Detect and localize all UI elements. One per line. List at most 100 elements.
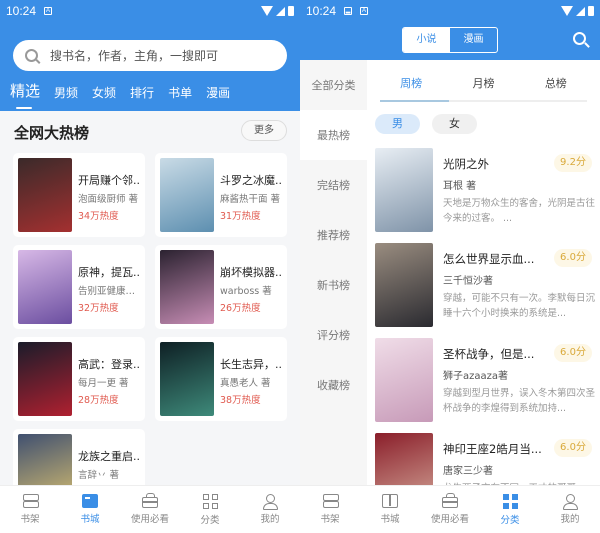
book-title: 开局赚个邻... (78, 174, 140, 187)
sidebar-item[interactable]: 评分榜 (300, 310, 367, 360)
tab-female[interactable]: 女频 (92, 84, 116, 101)
tab-label: 分类 (500, 514, 520, 526)
book-card[interactable]: 高武：登录... 每月一更 著 28万热度 (13, 337, 145, 421)
tab-profile[interactable]: 我的 (540, 486, 600, 533)
category-icon (502, 493, 518, 509)
sidebar-item[interactable]: 最热榜 (300, 110, 367, 160)
type-segment: 小说 漫画 (402, 27, 498, 53)
sidebar-item[interactable]: 完结榜 (300, 160, 367, 210)
gender-female[interactable]: 女 (432, 114, 477, 134)
book-title: 高武：登录... (78, 358, 140, 371)
tab-bookshelf[interactable]: 书架 (0, 486, 60, 533)
book-cover (375, 148, 433, 232)
gender-male[interactable]: 男 (375, 114, 420, 134)
tab-comics[interactable]: 漫画 (206, 84, 230, 101)
book-author: warboss 著 (220, 286, 272, 297)
tab-profile[interactable]: 我的 (240, 486, 300, 533)
status-bar: 10:24 ▂ A (300, 0, 600, 22)
rank-item[interactable]: 光阴之外 9.2分 耳根 著 天地是万物众生的客舍，光阴是古往今来的过客。 ..… (375, 148, 600, 232)
tab-male[interactable]: 男频 (54, 84, 78, 101)
tab-bookstore[interactable]: 书城 (60, 486, 120, 533)
book-description: 天地是万物众生的客舍，光阴是古往今来的过客。 ... (443, 198, 596, 224)
user-icon (262, 494, 278, 510)
book-author: 告别亚健康的... (78, 286, 140, 297)
search-icon (25, 49, 38, 62)
segment-novel[interactable]: 小说 (403, 28, 450, 52)
user-icon (562, 494, 578, 510)
tab-label: 我的 (560, 514, 580, 525)
book-card[interactable]: 开局赚个邻... 泡面级厨师 著 34万热度 (13, 153, 145, 237)
tab-booklist[interactable]: 书单 (168, 84, 192, 101)
book-author: 言辞丷 著 (78, 470, 120, 481)
status-time: 10:24 (6, 4, 37, 18)
tab-ranking[interactable]: 排行 (130, 84, 154, 101)
tab-label: 使用必看 (130, 514, 169, 525)
notification-icon: A (44, 7, 53, 15)
tab-category[interactable]: 分类 (480, 486, 540, 533)
score-badge: 9.2分 (554, 154, 592, 172)
rank-item[interactable]: 怎么世界显示血... 6.0分 三千恒沙著 穿越，可能不只有一次。李默每日沉睡十… (375, 243, 600, 327)
sidebar-item[interactable]: 全部分类 (300, 60, 367, 110)
book-heat: 34万热度 (78, 211, 119, 222)
score-badge: 6.0分 (554, 344, 592, 362)
tab-total[interactable]: 总榜 (545, 75, 567, 91)
book-heat: 32万热度 (78, 303, 119, 314)
book-title: 崩坏模拟器... (220, 266, 282, 279)
sidebar-item[interactable]: 收藏榜 (300, 360, 367, 410)
more-button[interactable]: 更多 (241, 120, 287, 141)
book-cover (160, 158, 214, 232)
bookshelf-icon (22, 494, 39, 508)
book-card[interactable]: 崩坏模拟器... warboss 著 26万热度 (155, 245, 287, 329)
book-author: 真愚老人 著 (220, 378, 271, 389)
tab-label: 分类 (200, 514, 220, 526)
book-title: 长生志异，... (220, 358, 282, 371)
tab-bookshelf[interactable]: 书架 (300, 486, 360, 533)
score-badge: 6.0分 (554, 249, 592, 267)
tab-guide[interactable]: 使用必看 (120, 486, 180, 533)
gift-icon (442, 493, 458, 508)
sidebar-item[interactable]: 推荐榜 (300, 210, 367, 260)
gift-icon (142, 493, 158, 508)
tab-label: 我的 (260, 514, 280, 525)
book-cover (160, 342, 214, 416)
sidebar-item[interactable]: 新书榜 (300, 260, 367, 310)
tab-category[interactable]: 分类 (180, 486, 240, 533)
bookstore-icon (82, 494, 98, 508)
rank-item[interactable]: 神印王座2皓月当... 6.0分 唐家三少著 龙生两子亦有不同，天才的哥哥... (375, 433, 600, 485)
tab-weekly[interactable]: 周榜 (400, 75, 422, 91)
tab-guide[interactable]: 使用必看 (420, 486, 480, 533)
book-title: 圣杯战争，但是... (443, 347, 535, 361)
tab-label: 书架 (320, 514, 340, 525)
rank-item[interactable]: 圣杯战争，但是... 6.0分 狮子azaaza著 穿越到型月世界，误入冬木第四… (375, 338, 600, 422)
book-card[interactable]: 斗罗之冰魔... 麻酱热干面 著 31万热度 (155, 153, 287, 237)
book-cover (18, 342, 72, 416)
content: 全网大热榜 更多 开局赚个邻... 泡面级厨师 著 34万热度 斗罗之冰魔...… (0, 111, 300, 513)
tab-indicator (380, 100, 587, 102)
signal-icon (276, 6, 285, 16)
bottom-tabbar: 书架 书城 使用必看 分类 我的 (0, 485, 300, 533)
search-icon[interactable] (573, 32, 586, 45)
book-author: 每月一更 著 (78, 378, 129, 389)
search-input[interactable]: 搜书名，作者，主角，一搜即可 (13, 40, 287, 71)
tab-bookstore[interactable]: 书城 (360, 486, 420, 533)
category-icon (202, 493, 218, 509)
book-title: 龙族之重启... (78, 450, 140, 463)
book-cover (375, 243, 433, 327)
book-card[interactable]: 原神，提瓦... 告别亚健康的... 32万热度 (13, 245, 145, 329)
wifi-icon (261, 6, 273, 16)
battery-icon (588, 6, 594, 16)
tab-monthly[interactable]: 月榜 (472, 75, 494, 91)
header: 10:24 A 搜书名，作者，主角，一搜即可 精选 男频 女频 排行 书单 漫画 (0, 0, 300, 111)
book-heat: 26万热度 (220, 303, 261, 314)
book-cover (375, 338, 433, 422)
book-title: 原神，提瓦... (78, 266, 140, 279)
book-title: 神印王座2皓月当... (443, 442, 542, 456)
book-author: 三千恒沙著 (443, 276, 493, 287)
book-author: 泡面级厨师 著 (78, 194, 139, 205)
segment-comic[interactable]: 漫画 (450, 28, 497, 52)
score-badge: 6.0分 (554, 439, 592, 457)
tab-label: 书城 (380, 514, 400, 525)
tab-featured[interactable]: 精选 (10, 80, 40, 109)
book-card[interactable]: 长生志异，... 真愚老人 著 38万热度 (155, 337, 287, 421)
book-heat: 31万热度 (220, 211, 261, 222)
